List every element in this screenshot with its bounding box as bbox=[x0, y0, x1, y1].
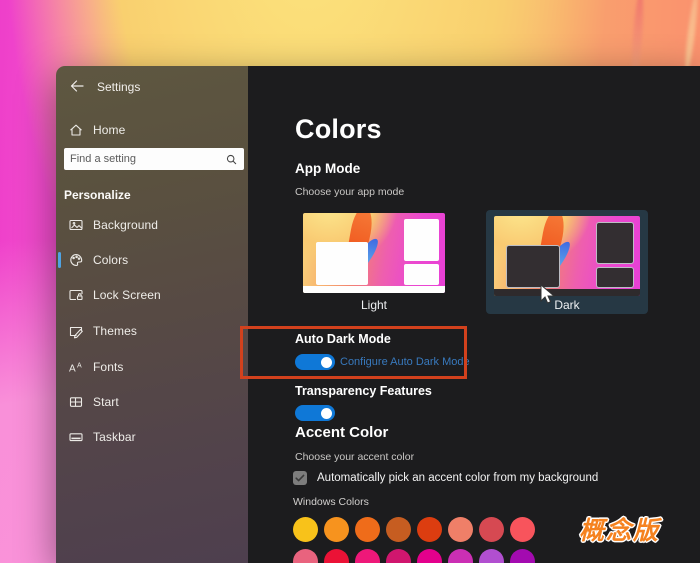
light-window-mock bbox=[404, 264, 440, 285]
color-swatch[interactable] bbox=[510, 517, 535, 542]
sidebar-item-fonts[interactable]: A A Fonts bbox=[56, 353, 248, 381]
accent-color-heading: Accent Color bbox=[295, 424, 388, 441]
dark-taskbar-mock bbox=[494, 289, 640, 296]
color-swatch[interactable] bbox=[417, 517, 442, 542]
themes-icon bbox=[68, 323, 84, 339]
color-swatch[interactable] bbox=[386, 517, 411, 542]
settings-window: Settings Home Find a setting Personalize bbox=[56, 66, 700, 563]
svg-text:A: A bbox=[77, 363, 82, 370]
page-title: Colors bbox=[295, 114, 382, 145]
app-mode-subtitle: Choose your app mode bbox=[295, 186, 404, 198]
color-swatch[interactable] bbox=[355, 549, 380, 563]
sidebar-item-lock-screen[interactable]: Lock Screen bbox=[56, 281, 248, 309]
sidebar-item-home[interactable]: Home bbox=[56, 116, 248, 144]
taskbar-icon bbox=[68, 429, 84, 445]
sidebar-item-label: Fonts bbox=[93, 360, 124, 374]
mouse-cursor bbox=[540, 284, 555, 305]
sidebar-section-label: Personalize bbox=[64, 188, 131, 202]
color-swatch[interactable] bbox=[479, 549, 504, 563]
sidebar-item-label: Themes bbox=[93, 324, 137, 338]
accent-swatch-row-2 bbox=[293, 549, 535, 563]
sidebar-item-label: Home bbox=[93, 123, 125, 137]
home-icon bbox=[68, 122, 84, 138]
sidebar-item-taskbar[interactable]: Taskbar bbox=[56, 423, 248, 451]
transparency-heading: Transparency Features bbox=[295, 384, 432, 398]
sidebar-item-background[interactable]: Background bbox=[56, 211, 248, 239]
sidebar-item-label: Lock Screen bbox=[93, 288, 161, 302]
color-swatch[interactable] bbox=[510, 549, 535, 563]
app-mode-dark-option[interactable]: Dark bbox=[486, 210, 648, 314]
accent-color-subtitle: Choose your accent color bbox=[295, 451, 414, 463]
back-arrow-icon bbox=[68, 77, 86, 95]
light-taskbar-mock bbox=[303, 286, 445, 293]
app-mode-light-option[interactable] bbox=[303, 213, 445, 293]
palette-icon bbox=[68, 252, 84, 268]
color-swatch[interactable] bbox=[293, 549, 318, 563]
app-mode-heading: App Mode bbox=[295, 161, 360, 176]
light-window-mock bbox=[316, 242, 369, 285]
sidebar-item-label: Taskbar bbox=[93, 430, 136, 444]
sidebar-item-start[interactable]: Start bbox=[56, 388, 248, 416]
color-swatch[interactable] bbox=[479, 517, 504, 542]
color-swatch[interactable] bbox=[324, 517, 349, 542]
start-icon bbox=[68, 394, 84, 410]
dark-thumb bbox=[494, 216, 640, 296]
lock-screen-icon bbox=[68, 287, 84, 303]
window-title: Settings bbox=[97, 80, 140, 94]
fonts-icon: A A bbox=[68, 359, 84, 375]
transparency-toggle[interactable] bbox=[295, 405, 335, 421]
light-window-mock bbox=[404, 219, 440, 261]
svg-text:A: A bbox=[69, 364, 76, 375]
auto-pick-accent-label: Automatically pick an accent color from … bbox=[317, 472, 598, 484]
color-swatch[interactable] bbox=[417, 549, 442, 563]
windows-colors-label: Windows Colors bbox=[293, 496, 369, 508]
color-swatch[interactable] bbox=[448, 517, 473, 542]
sidebar-item-label: Background bbox=[93, 218, 158, 232]
concept-version-watermark: 概念版 bbox=[579, 511, 660, 547]
color-swatch[interactable] bbox=[293, 517, 318, 542]
color-swatch[interactable] bbox=[448, 549, 473, 563]
sidebar-item-label: Start bbox=[93, 395, 119, 409]
dark-mode-label: Dark bbox=[486, 298, 648, 312]
dark-window-mock bbox=[596, 267, 634, 288]
auto-pick-accent-checkbox[interactable] bbox=[293, 471, 307, 485]
dark-window-mock bbox=[596, 222, 634, 264]
light-mode-label: Light bbox=[303, 298, 445, 312]
search-icon bbox=[225, 153, 238, 166]
dark-window-mock bbox=[506, 245, 560, 288]
sidebar-item-colors[interactable]: Colors bbox=[56, 246, 248, 274]
search-placeholder: Find a setting bbox=[70, 153, 225, 165]
toggle-knob bbox=[321, 408, 332, 419]
accent-swatch-row-1 bbox=[293, 517, 535, 542]
color-swatch[interactable] bbox=[355, 517, 380, 542]
color-swatch[interactable] bbox=[324, 549, 349, 563]
search-input[interactable]: Find a setting bbox=[64, 148, 244, 170]
annotation-highlight-box bbox=[240, 326, 467, 379]
color-swatch[interactable] bbox=[386, 549, 411, 563]
image-icon bbox=[68, 217, 84, 233]
sidebar-item-label: Colors bbox=[93, 253, 128, 267]
sidebar: Settings Home Find a setting Personalize bbox=[56, 66, 248, 563]
settings-main-pane: Colors App Mode Choose your app mode Lig… bbox=[248, 66, 700, 563]
back-button[interactable] bbox=[68, 77, 86, 95]
wallpaper-petal bbox=[683, 0, 700, 72]
sidebar-item-themes[interactable]: Themes bbox=[56, 317, 248, 345]
